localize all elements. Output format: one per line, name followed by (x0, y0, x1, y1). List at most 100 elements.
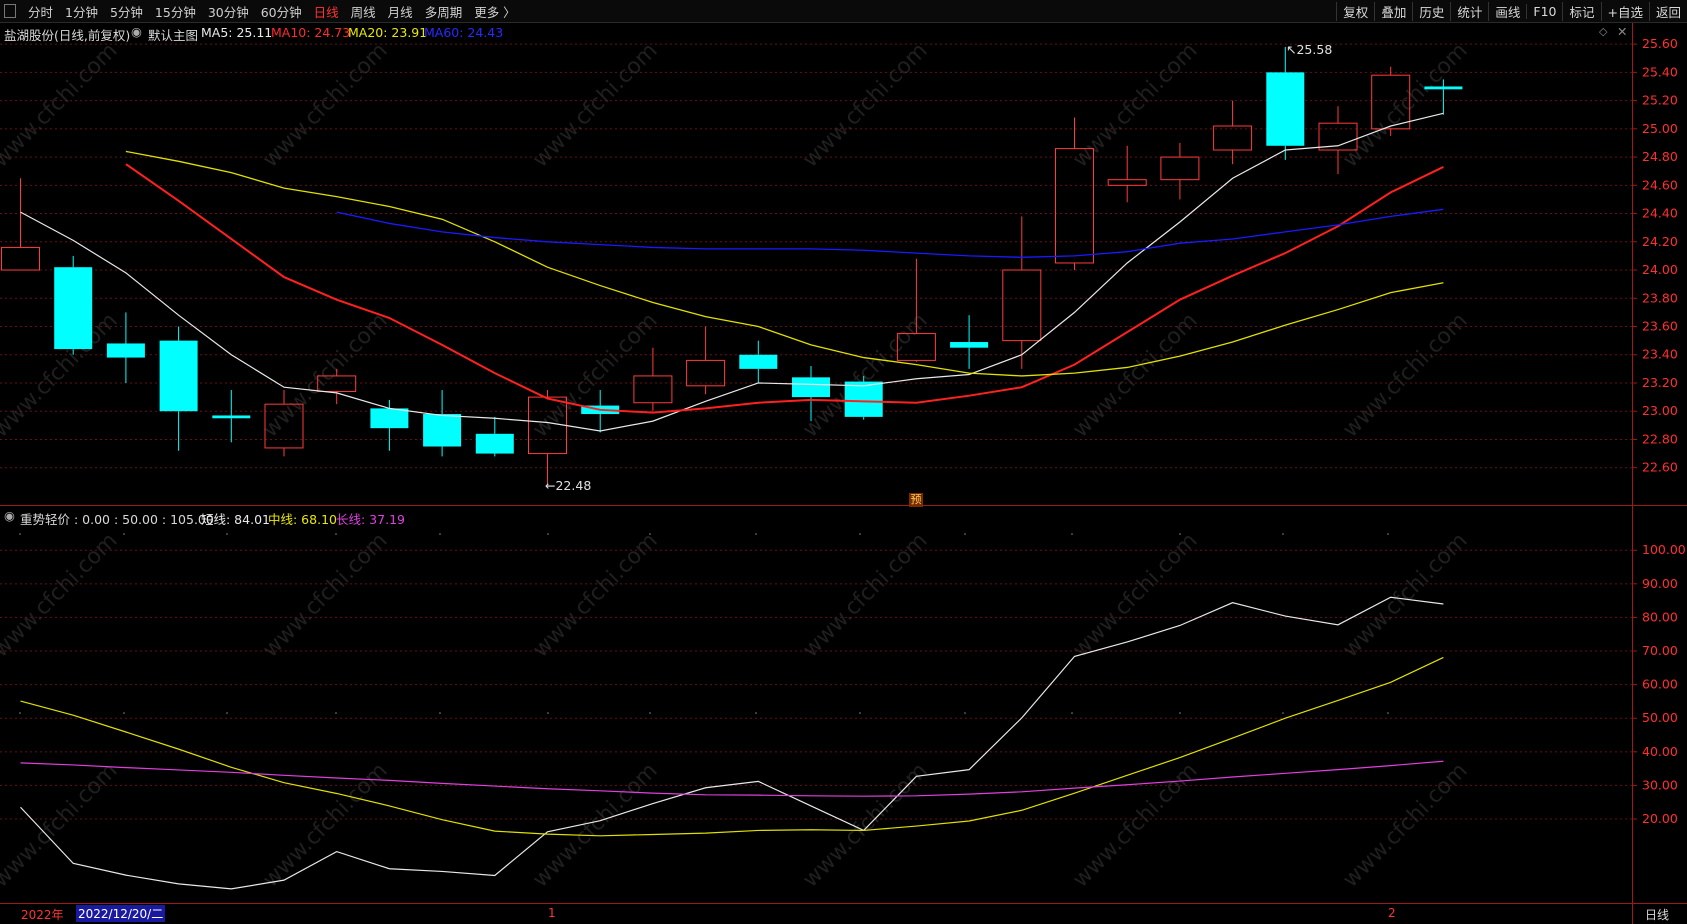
price-tick-label: 24.80 (1642, 149, 1678, 164)
candle-body (370, 408, 409, 429)
grid-dot (439, 533, 441, 535)
grid-dot (1282, 712, 1284, 714)
grid-dot (123, 533, 125, 535)
price-tick-label: 25.00 (1642, 121, 1678, 136)
grid-dot (547, 712, 549, 714)
candle-body (739, 354, 778, 369)
candle-body (1, 246, 40, 271)
stock-title: 盐湖股份(日线,前复权) (4, 28, 131, 43)
watermark: www.cfchi.com (0, 758, 123, 892)
watermark: www.cfchi.com (1338, 38, 1472, 172)
grid-dot (649, 712, 651, 714)
candle-body (844, 381, 883, 417)
price-tick-label: 22.60 (1642, 460, 1678, 475)
watermark: www.cfchi.com (1068, 528, 1202, 662)
low-marker: ←22.48 (545, 478, 592, 493)
price-tick-label: 23.80 (1642, 290, 1678, 305)
indicator-tick-label: 70.00 (1642, 643, 1678, 658)
candle-body (950, 342, 989, 348)
year-label: 2022年 (21, 908, 64, 922)
candle-body (792, 377, 830, 398)
indicator-line-0 (20, 596, 1444, 890)
grid-dot (19, 712, 21, 714)
watermark: www.cfchi.com (1338, 758, 1472, 892)
period-label[interactable]: 日线 (1645, 906, 1669, 923)
stock-chart[interactable]: 25.60 25.40 25.20 25.00 24.80 24.60 24.40 24.20… (0, 0, 1687, 924)
grid-dot (1071, 712, 1073, 714)
grid-dot (1071, 533, 1073, 535)
price-tick-label: 24.00 (1642, 262, 1678, 277)
grid-dot (964, 533, 966, 535)
grid-dot (1282, 533, 1284, 535)
indicator-title: 重势轻价 : 0.00 : 50.00 : 105.00 (20, 512, 214, 527)
grid-dot (755, 533, 757, 535)
price-tick-label: 23.00 (1642, 403, 1678, 418)
candle-body (1424, 86, 1463, 90)
ma5-label: MA5: 25.11 (201, 25, 273, 40)
grid-dot (226, 533, 228, 535)
watermark: www.cfchi.com (1068, 758, 1202, 892)
mid-line-label: 中线: 68.10 (268, 512, 337, 527)
candle-body (633, 375, 673, 404)
watermark: www.cfchi.com (0, 528, 123, 662)
indicator-tick-label: 40.00 (1642, 744, 1678, 759)
watermark: www.cfchi.com (528, 38, 662, 172)
ma-line-ma60 (336, 208, 1444, 258)
grid-dot (1387, 533, 1389, 535)
grid-dot (226, 712, 228, 714)
watermark: www.cfchi.com (258, 758, 392, 892)
watermark: www.cfchi.com (528, 528, 662, 662)
candle-body (159, 340, 198, 412)
indicator-tick-label: 60.00 (1642, 677, 1678, 692)
indicator-tick-label: 30.00 (1642, 777, 1678, 792)
grid-dot (859, 712, 861, 714)
grid-dot (1179, 712, 1181, 714)
grid-dot (547, 533, 549, 535)
grid-dot (439, 712, 441, 714)
long-line-label: 长线: 37.19 (336, 512, 405, 527)
candle-body (1160, 156, 1200, 181)
indicator-tick-label: 90.00 (1642, 576, 1678, 591)
price-tick-label: 23.20 (1642, 375, 1678, 390)
watermark: www.cfchi.com (1068, 38, 1202, 172)
indicator-dropdown-icon[interactable]: ◉ (4, 508, 15, 523)
month-jan-label: 1 (548, 906, 556, 920)
candle-body (475, 433, 514, 454)
short-line-label: 短线: 84.01 (201, 512, 270, 527)
candle-body (423, 414, 462, 447)
watermark: www.cfchi.com (0, 38, 123, 172)
indicator-tick-label: 100.00 (1642, 542, 1686, 557)
grid-dot (19, 533, 21, 535)
watermark: www.cfchi.com (528, 758, 662, 892)
watermark: www.cfchi.com (798, 308, 932, 442)
candle-body (1213, 125, 1253, 151)
candle-body (106, 343, 145, 358)
price-tick-label: 24.20 (1642, 234, 1678, 249)
price-tick-label: 25.40 (1642, 64, 1678, 79)
close-icon[interactable]: ✕ (1617, 24, 1627, 39)
candle-body (54, 267, 93, 350)
candle-body (1107, 179, 1147, 186)
watermark: www.cfchi.com (258, 38, 392, 172)
diamond-icon[interactable]: ◇ (1599, 25, 1607, 38)
grid-dot (1179, 533, 1181, 535)
candle-body (1002, 269, 1042, 342)
indicator-tick-label: 20.00 (1642, 811, 1678, 826)
watermark: www.cfchi.com (798, 528, 932, 662)
grid-dot (335, 712, 337, 714)
indicator-line-2 (20, 760, 1444, 797)
template-name[interactable]: 默认主图 (148, 25, 198, 44)
watermark: www.cfchi.com (1068, 308, 1202, 442)
price-tick-label: 25.20 (1642, 93, 1678, 108)
watermark: www.cfchi.com (798, 38, 932, 172)
price-tick-label: 24.60 (1642, 177, 1678, 192)
indicator-tick-label: 50.00 (1642, 710, 1678, 725)
forecast-badge[interactable]: 预 (909, 493, 923, 507)
price-tick-label: 23.60 (1642, 319, 1678, 334)
high-marker: ↖25.58 (1286, 42, 1333, 57)
price-tick-label: 25.60 (1642, 36, 1678, 51)
ma10-label: MA10: 24.73 (271, 25, 351, 40)
watermark: www.cfchi.com (798, 758, 932, 892)
price-tick-label: 22.80 (1642, 431, 1678, 446)
template-dropdown-icon[interactable]: ◉ (131, 24, 142, 39)
